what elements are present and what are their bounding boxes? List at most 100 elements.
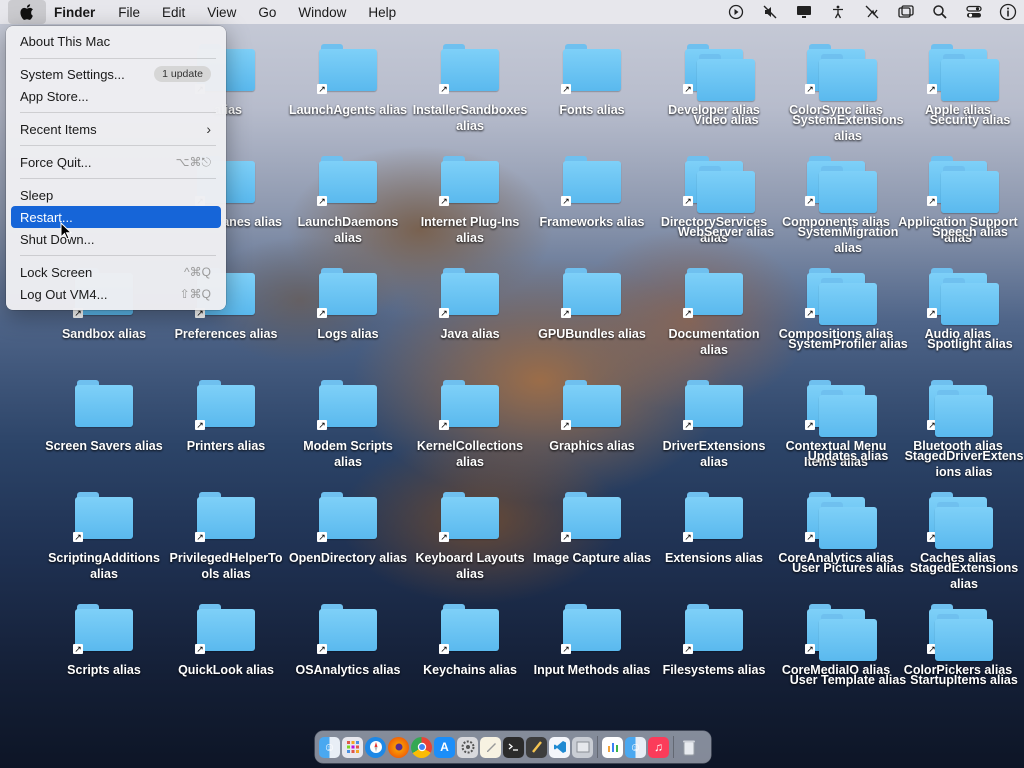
script-editor-icon[interactable] xyxy=(526,736,547,758)
no-network-icon[interactable] xyxy=(862,2,882,22)
folder-label: Keychains alias xyxy=(423,663,517,677)
photos-icon[interactable] xyxy=(572,736,593,758)
app-store-icon[interactable]: A xyxy=(434,736,455,758)
folder-spotlight[interactable]: Spotlight alias xyxy=(910,278,1024,352)
folder-launchagents[interactable]: ↗ LaunchAgents alias xyxy=(288,44,408,118)
menu-item-about[interactable]: About This Mac xyxy=(11,30,221,52)
folder-scriptingadditions[interactable]: ↗ ScriptingAdditions alias xyxy=(44,492,164,582)
folder-speech[interactable]: Speech alias xyxy=(910,166,1024,240)
folder-label: Logs alias xyxy=(317,327,379,341)
folder-osanalytics[interactable]: ↗ OSAnalytics alias xyxy=(288,604,408,678)
folder-icon: ↗ xyxy=(439,156,499,206)
chevron-right-icon: › xyxy=(206,121,211,137)
folder-icon xyxy=(935,614,993,662)
trash-icon[interactable] xyxy=(678,737,699,758)
accessibility-icon[interactable] xyxy=(828,2,848,22)
folder-extensions[interactable]: ↗ Extensions alias xyxy=(654,492,774,566)
folder-security[interactable]: Security alias xyxy=(910,54,1024,128)
folder-inputmethods[interactable]: ↗ Input Methods alias xyxy=(532,604,652,678)
folder-gpubundles[interactable]: ↗ GPUBundles alias xyxy=(532,268,652,342)
menu-item-log-out[interactable]: Log Out VM4... ⇧⌘Q xyxy=(11,283,221,305)
menu-item-restart[interactable]: Restart... xyxy=(11,206,221,228)
folder-label: User Template alias xyxy=(789,673,907,687)
safari-icon[interactable] xyxy=(365,736,386,758)
folder-label: OSAnalytics alias xyxy=(295,663,401,677)
menu-view[interactable]: View xyxy=(207,5,236,20)
folder-screensavers[interactable]: Screen Savers alias xyxy=(44,380,164,454)
folder-userpictures[interactable]: User Pictures alias xyxy=(788,502,908,576)
menu-item-app-store[interactable]: App Store... xyxy=(11,85,221,107)
folder-icon: ↗ xyxy=(317,492,377,542)
menu-item-lock-screen[interactable]: Lock Screen ^⌘Q xyxy=(11,261,221,283)
finder-icon[interactable]: ☺ xyxy=(319,736,340,758)
folder-keychains[interactable]: ↗ Keychains alias xyxy=(410,604,530,678)
folder-scripts[interactable]: ↗ Scripts alias xyxy=(44,604,164,678)
folder-usertemplate[interactable]: User Template alias xyxy=(788,614,908,688)
folder-java[interactable]: ↗ Java alias xyxy=(410,268,530,342)
folder-privilegedhelpertools[interactable]: ↗ PrivilegedHelperTools alias xyxy=(166,492,286,582)
folder-webserver[interactable]: WebServer alias xyxy=(666,166,786,240)
folder-launchdaemons[interactable]: ↗ LaunchDaemons alias xyxy=(288,156,408,246)
folder-systemprofiler[interactable]: SystemProfiler alias xyxy=(788,278,908,352)
window-icon[interactable] xyxy=(896,2,916,22)
menu-help[interactable]: Help xyxy=(368,5,396,20)
folder-systemextensions[interactable]: SystemExtensions alias xyxy=(788,54,908,144)
menu-item-recent-items[interactable]: Recent Items › xyxy=(11,118,221,140)
music-icon[interactable]: ♫ xyxy=(648,736,669,758)
folder-installersandboxes[interactable]: ↗ InstallerSandboxes alias xyxy=(410,44,530,134)
folder-label: Internet Plug-Ins alias xyxy=(420,215,520,245)
folder-logs[interactable]: ↗ Logs alias xyxy=(288,268,408,342)
display-icon[interactable] xyxy=(794,2,814,22)
menu-edit[interactable]: Edit xyxy=(162,5,185,20)
folder-modemscripts[interactable]: ↗ Modem Scripts alias xyxy=(288,380,408,470)
folder-stageddriverextensions[interactable]: StagedDriverExtensions alias xyxy=(904,390,1024,480)
folder-icon: ↗ xyxy=(561,492,621,542)
folder-updates[interactable]: Updates alias xyxy=(788,390,908,464)
folder-opendirectory[interactable]: ↗ OpenDirectory alias xyxy=(288,492,408,566)
finder-window-icon[interactable]: ☺ xyxy=(625,736,646,758)
menu-file[interactable]: File xyxy=(118,5,140,20)
folder-graphics[interactable]: ↗ Graphics alias xyxy=(532,380,652,454)
firefox-icon[interactable] xyxy=(388,736,409,758)
folder-internetplugins[interactable]: ↗ Internet Plug-Ins alias xyxy=(410,156,530,246)
menu-go[interactable]: Go xyxy=(258,5,276,20)
folder-documentation[interactable]: ↗ Documentation alias xyxy=(654,268,774,358)
folder-printers[interactable]: ↗ Printers alias xyxy=(166,380,286,454)
apple-menu-dropdown: About This Mac System Settings... 1 upda… xyxy=(6,26,226,310)
folder-startupitems[interactable]: StartupItems alias xyxy=(904,614,1024,688)
launchpad-icon[interactable] xyxy=(342,736,363,758)
folder-video[interactable]: Video alias xyxy=(666,54,786,128)
system-settings-icon[interactable] xyxy=(457,736,478,758)
folder-icon: ↗ xyxy=(317,604,377,654)
control-center-icon[interactable] xyxy=(964,2,984,22)
menu-item-sleep[interactable]: Sleep xyxy=(11,184,221,206)
folder-kernelcollections[interactable]: ↗ KernelCollections alias xyxy=(410,380,530,470)
folder-label: DriverExtensions alias xyxy=(662,439,766,469)
mute-icon[interactable] xyxy=(760,2,780,22)
folder-label: Fonts alias xyxy=(559,103,625,117)
info-icon[interactable] xyxy=(998,2,1018,22)
menu-item-shut-down[interactable]: Shut Down... xyxy=(11,228,221,250)
vscode-icon[interactable] xyxy=(549,736,570,758)
folder-label: LaunchDaemons alias xyxy=(297,215,399,245)
folder-filesystems[interactable]: ↗ Filesystems alias xyxy=(654,604,774,678)
chrome-icon[interactable] xyxy=(411,736,432,758)
textedit-icon[interactable] xyxy=(480,736,501,758)
folder-stagedextensions[interactable]: StagedExtensions alias xyxy=(904,502,1024,592)
terminal-icon[interactable] xyxy=(503,736,524,758)
folder-systemmigration[interactable]: SystemMigration alias xyxy=(788,166,908,256)
menu-window[interactable]: Window xyxy=(298,5,346,20)
activity-monitor-icon[interactable] xyxy=(602,736,623,758)
search-icon[interactable] xyxy=(930,2,950,22)
folder-driverextensions[interactable]: ↗ DriverExtensions alias xyxy=(654,380,774,470)
folder-fonts[interactable]: ↗ Fonts alias xyxy=(532,44,652,118)
apple-menu-icon[interactable] xyxy=(8,0,46,24)
folder-keyboardlayouts[interactable]: ↗ Keyboard Layouts alias xyxy=(410,492,530,582)
menu-item-system-settings[interactable]: System Settings... 1 update xyxy=(11,63,221,85)
menu-item-force-quit[interactable]: Force Quit... ⌥⌘⎋ xyxy=(11,151,221,173)
folder-quicklook[interactable]: ↗ QuickLook alias xyxy=(166,604,286,678)
folder-imagecapture[interactable]: ↗ Image Capture alias xyxy=(532,492,652,566)
menu-app-finder[interactable]: Finder xyxy=(54,5,95,20)
folder-frameworks[interactable]: ↗ Frameworks alias xyxy=(532,156,652,230)
play-circle-icon[interactable] xyxy=(726,2,746,22)
